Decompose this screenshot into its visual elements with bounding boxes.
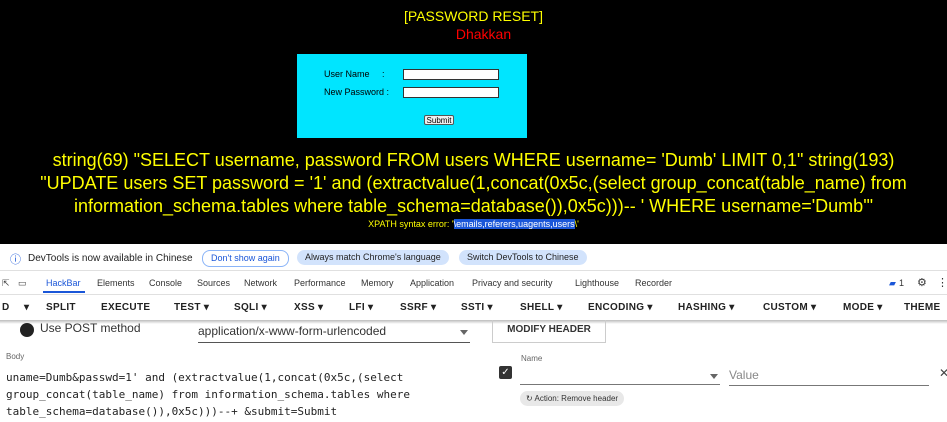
active-tab-indicator (43, 291, 85, 293)
menu-load[interactable]: D (2, 302, 10, 313)
tab-recorder[interactable]: Recorder (635, 278, 672, 288)
header-name-select[interactable] (520, 374, 720, 385)
menu-mode[interactable]: MODE ▾ (843, 302, 883, 313)
tab-lighthouse[interactable]: Lighthouse (575, 278, 619, 288)
menu-ssti[interactable]: SSTI ▾ (461, 302, 493, 313)
devtools-tab-bar: ⇱ ▭ HackBar Elements Console Sources Net… (0, 272, 947, 295)
tab-console[interactable]: Console (149, 278, 182, 288)
switch-language-button[interactable]: Switch DevTools to Chinese (459, 250, 587, 265)
password-input[interactable] (403, 87, 499, 98)
dont-show-again-button[interactable]: Don't show again (202, 250, 289, 267)
tab-privacy-security[interactable]: Privacy and security (472, 278, 553, 288)
sql-output: string(69) "SELECT username, password FR… (0, 149, 947, 218)
menu-ssrf[interactable]: SSRF ▾ (400, 302, 436, 313)
remove-header-close-icon[interactable]: ✕ (939, 366, 947, 380)
sql-line: string(69) "SELECT username, password FR… (52, 150, 895, 170)
web-page: [PASSWORD RESET] Dhakkan User Name : New… (0, 0, 947, 244)
menu-lfi[interactable]: LFI ▾ (349, 302, 373, 313)
username-input[interactable] (403, 69, 499, 80)
menu-xss[interactable]: XSS ▾ (294, 302, 323, 313)
xpath-error: XPATH syntax error: '\emails,referers,ua… (368, 219, 579, 229)
info-icon: ⓘ (10, 254, 21, 266)
toolbar-shadow (0, 320, 947, 324)
menu-split[interactable]: SPLIT (46, 302, 76, 313)
menu-test[interactable]: TEST ▾ (174, 302, 209, 313)
menu-execute[interactable]: EXECUTE (101, 302, 150, 313)
tab-application[interactable]: Application (410, 278, 454, 288)
username-label: User Name : (324, 69, 385, 79)
menu-encoding[interactable]: ENCODING ▾ (588, 302, 653, 313)
menu-hashing[interactable]: HASHING ▾ (678, 302, 735, 313)
issues-count: 1 (899, 278, 905, 288)
menu-sqli[interactable]: SQLI ▾ (234, 302, 267, 313)
tab-memory[interactable]: Memory (361, 278, 394, 288)
dropdown-arrow-icon (710, 374, 718, 379)
dropdown-arrow-icon (460, 330, 468, 335)
tab-elements[interactable]: Elements (97, 278, 135, 288)
devtools-language-notice: ⓘ DevTools is now available in Chinese D… (0, 246, 947, 271)
action-remove-header-chip[interactable]: ↻ Action: Remove header (520, 391, 625, 406)
tab-network[interactable]: Network (244, 278, 277, 288)
hackbar-toolbar: D ▾ SPLIT EXECUTE TEST ▾ SQLI ▾ XSS ▾ LF… (0, 296, 947, 320)
more-options-icon[interactable]: ⋮ (937, 276, 947, 289)
device-toolbar-icon[interactable]: ▭ (18, 278, 27, 289)
settings-gear-icon[interactable]: ⚙ (917, 276, 927, 289)
sql-line: information_schema.tables where table_sc… (73, 196, 874, 216)
notice-message: DevTools is now available in Chinese (28, 253, 193, 264)
sql-line: "UPDATE users SET password = '1' and (ex… (40, 173, 907, 193)
page-title: [PASSWORD RESET] (404, 8, 543, 24)
menu-theme[interactable]: THEME (904, 302, 941, 313)
menu-shell[interactable]: SHELL ▾ (520, 302, 563, 313)
menu-dropdown-arrow[interactable]: ▾ (24, 302, 29, 313)
post-method-toggle[interactable] (20, 323, 34, 337)
body-label: Body (6, 352, 25, 361)
tab-sources[interactable]: Sources (197, 278, 230, 288)
tab-hackbar[interactable]: HackBar (46, 278, 81, 288)
inspect-element-icon[interactable]: ⇱ (2, 278, 10, 289)
header-enabled-checkbox[interactable]: ✓ (499, 366, 512, 379)
match-language-button[interactable]: Always match Chrome's language (297, 250, 449, 265)
submit-button[interactable]: Submit (424, 115, 454, 125)
tab-performance[interactable]: Performance (294, 278, 346, 288)
refresh-icon: ↻ (526, 394, 533, 403)
issues-icon[interactable]: ▰ (889, 278, 896, 289)
modify-header-button[interactable]: MODIFY HEADER (492, 320, 606, 343)
menu-custom[interactable]: CUSTOM ▾ (763, 302, 816, 313)
content-type-select[interactable]: application/x-www-form-urlencoded (198, 324, 470, 343)
password-label: New Password : (324, 87, 390, 97)
header-name-label: Name (521, 354, 543, 363)
header-value-input[interactable]: Value (729, 368, 929, 386)
post-method-label: Use POST method (40, 321, 141, 335)
selected-text: \emails,referers,uagents,users (453, 219, 575, 229)
login-form: User Name : New Password : Submit (297, 54, 527, 138)
body-textarea[interactable]: uname=Dumb&passwd=1' and (extractvalue(1… (6, 369, 476, 420)
page-subtitle: Dhakkan (455, 26, 512, 42)
